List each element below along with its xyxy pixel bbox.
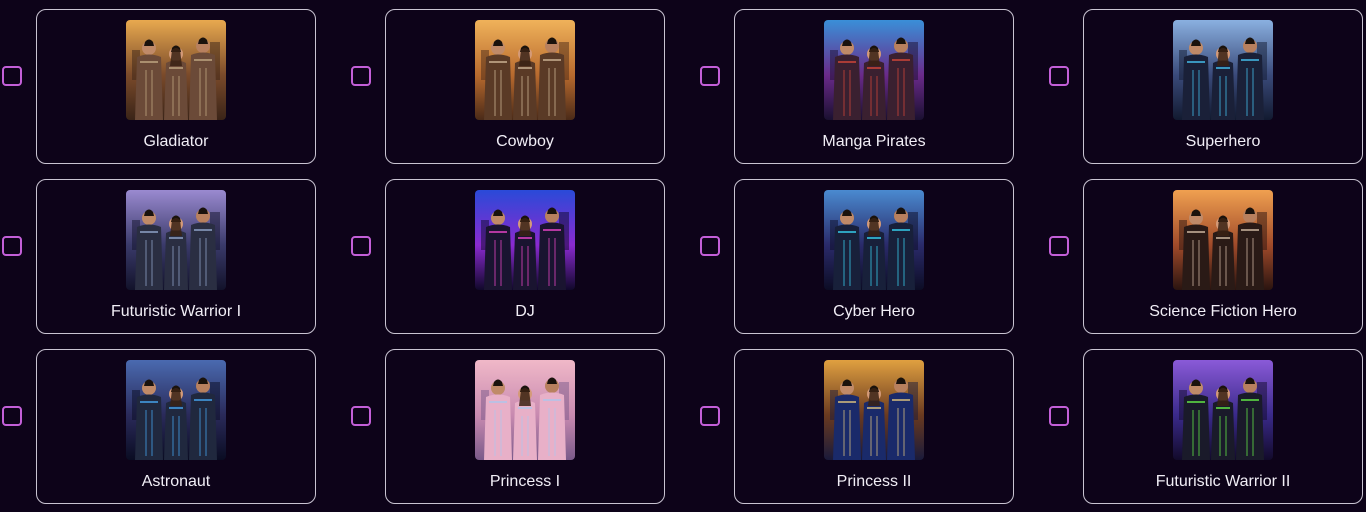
style-card-princess-i[interactable]: Princess I bbox=[385, 349, 665, 504]
style-grid: Gladiator Cowboy Manga Pirates Superhero… bbox=[0, 0, 1366, 512]
checkbox-princess-ii[interactable] bbox=[700, 406, 720, 426]
checkbox-princess-i[interactable] bbox=[351, 406, 371, 426]
checkbox-cowboy[interactable] bbox=[351, 66, 371, 86]
style-label: Princess II bbox=[836, 473, 912, 490]
style-thumbnail-image bbox=[824, 190, 924, 290]
style-option-astronaut: Astronaut bbox=[0, 340, 341, 510]
style-card-manga-pirates[interactable]: Manga Pirates bbox=[734, 9, 1014, 164]
style-option-cowboy: Cowboy bbox=[349, 0, 690, 170]
style-thumbnail-image bbox=[475, 20, 575, 120]
style-option-dj: DJ bbox=[349, 170, 690, 340]
checkbox-astronaut[interactable] bbox=[2, 406, 22, 426]
style-label: Cyber Hero bbox=[833, 303, 915, 320]
style-card-superhero[interactable]: Superhero bbox=[1083, 9, 1363, 164]
style-label: Science Fiction Hero bbox=[1149, 303, 1297, 320]
style-thumbnail-image bbox=[1173, 190, 1273, 290]
style-option-futuristic-warrior-ii: Futuristic Warrior II bbox=[1047, 340, 1366, 510]
checkbox-cyber-hero[interactable] bbox=[700, 236, 720, 256]
style-card-futuristic-warrior-i[interactable]: Futuristic Warrior I bbox=[36, 179, 316, 334]
style-thumbnail-image bbox=[824, 20, 924, 120]
checkbox-science-fiction-hero[interactable] bbox=[1049, 236, 1069, 256]
style-card-cowboy[interactable]: Cowboy bbox=[385, 9, 665, 164]
checkbox-superhero[interactable] bbox=[1049, 66, 1069, 86]
style-label: Astronaut bbox=[141, 473, 211, 490]
style-card-astronaut[interactable]: Astronaut bbox=[36, 349, 316, 504]
style-option-gladiator: Gladiator bbox=[0, 0, 341, 170]
style-label: Manga Pirates bbox=[822, 133, 926, 150]
style-option-science-fiction-hero: Science Fiction Hero bbox=[1047, 170, 1366, 340]
style-label: Futuristic Warrior II bbox=[1155, 473, 1291, 490]
style-label: Superhero bbox=[1185, 133, 1261, 150]
checkbox-gladiator[interactable] bbox=[2, 66, 22, 86]
style-label: Princess I bbox=[489, 473, 561, 490]
style-card-science-fiction-hero[interactable]: Science Fiction Hero bbox=[1083, 179, 1363, 334]
style-card-cyber-hero[interactable]: Cyber Hero bbox=[734, 179, 1014, 334]
style-option-princess-i: Princess I bbox=[349, 340, 690, 510]
style-label: Gladiator bbox=[143, 133, 209, 150]
style-thumbnail-image bbox=[1173, 20, 1273, 120]
style-thumbnail-image bbox=[126, 20, 226, 120]
style-option-cyber-hero: Cyber Hero bbox=[698, 170, 1039, 340]
style-card-dj[interactable]: DJ bbox=[385, 179, 665, 334]
style-label: Futuristic Warrior I bbox=[110, 303, 242, 320]
style-thumbnail-image bbox=[475, 190, 575, 290]
style-label: Cowboy bbox=[496, 133, 554, 150]
style-option-princess-ii: Princess II bbox=[698, 340, 1039, 510]
style-option-futuristic-warrior-i: Futuristic Warrior I bbox=[0, 170, 341, 340]
checkbox-futuristic-warrior-i[interactable] bbox=[2, 236, 22, 256]
style-card-princess-ii[interactable]: Princess II bbox=[734, 349, 1014, 504]
style-thumbnail-image bbox=[824, 360, 924, 460]
style-thumbnail-image bbox=[126, 360, 226, 460]
style-thumbnail-image bbox=[126, 190, 226, 290]
style-thumbnail-image bbox=[1173, 360, 1273, 460]
style-option-superhero: Superhero bbox=[1047, 0, 1366, 170]
style-card-futuristic-warrior-ii[interactable]: Futuristic Warrior II bbox=[1083, 349, 1363, 504]
style-label: DJ bbox=[515, 303, 535, 320]
style-card-gladiator[interactable]: Gladiator bbox=[36, 9, 316, 164]
checkbox-manga-pirates[interactable] bbox=[700, 66, 720, 86]
style-thumbnail-image bbox=[475, 360, 575, 460]
checkbox-dj[interactable] bbox=[351, 236, 371, 256]
checkbox-futuristic-warrior-ii[interactable] bbox=[1049, 406, 1069, 426]
style-option-manga-pirates: Manga Pirates bbox=[698, 0, 1039, 170]
